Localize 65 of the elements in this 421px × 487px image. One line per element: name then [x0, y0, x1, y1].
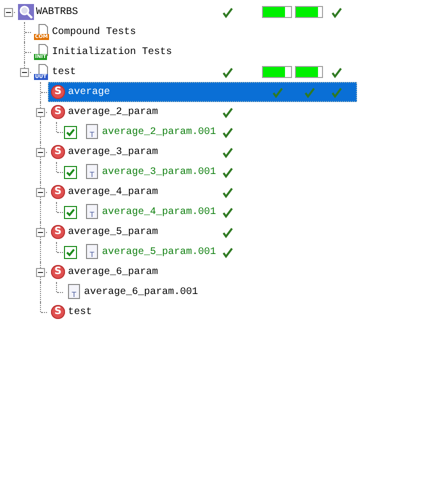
- tree-item[interactable]: S average_3_param: [48, 142, 357, 162]
- check-icon: [304, 86, 314, 98]
- check-icon: [330, 86, 342, 98]
- checkbox[interactable]: [64, 246, 77, 259]
- tree-item[interactable]: S average_2_param: [48, 102, 357, 122]
- collapse-toggle[interactable]: [36, 148, 45, 157]
- check-icon: [330, 66, 342, 78]
- coverage-bar: [262, 66, 292, 78]
- collapse-toggle[interactable]: [20, 68, 29, 77]
- subprogram-icon: S: [51, 85, 65, 99]
- subprogram-icon: S: [51, 185, 65, 199]
- subprogram-icon: S: [51, 265, 65, 279]
- checkbox[interactable]: [64, 206, 77, 219]
- check-icon: [222, 206, 232, 218]
- check-icon: [222, 226, 232, 238]
- subprogram-icon: S: [51, 105, 65, 119]
- document-icon: [37, 24, 49, 36]
- tree-item[interactable]: S average_6_param: [48, 262, 357, 282]
- tree-item-label: average: [68, 86, 110, 98]
- tree-item-label: average_2_param.001: [102, 126, 216, 138]
- tree-item-label: average_6_param.001: [84, 286, 198, 298]
- check-icon: [222, 246, 232, 258]
- coverage-bar: [295, 66, 323, 78]
- tree-item-label: average_2_param: [68, 106, 158, 118]
- check-icon: [222, 66, 232, 78]
- collapse-toggle[interactable]: [36, 108, 45, 117]
- tree-item-label: test: [68, 306, 92, 318]
- subprogram-icon: S: [51, 305, 65, 319]
- tree-item[interactable]: S average_4_param: [48, 182, 357, 202]
- tree-item[interactable]: WABTRBS: [16, 2, 357, 22]
- check-icon: [222, 166, 232, 178]
- tree-item-label: average_3_param.001: [102, 166, 216, 178]
- tree-item[interactable]: S test: [48, 302, 357, 322]
- tree-item-label: test: [52, 66, 76, 78]
- collapse-toggle[interactable]: [36, 268, 45, 277]
- tree-item-label: Initialization Tests: [52, 46, 172, 58]
- document-icon: [37, 44, 49, 56]
- tree-item-label: average_5_param.001: [102, 246, 216, 258]
- tree-item-label: average_3_param: [68, 146, 158, 158]
- tree-item-label: Compound Tests: [52, 26, 136, 38]
- check-icon: [222, 106, 232, 118]
- tree-item[interactable]: S average_5_param: [48, 222, 357, 242]
- coverage-bar: [295, 6, 323, 18]
- collapse-toggle[interactable]: [36, 228, 45, 237]
- checkbox[interactable]: [64, 126, 77, 139]
- check-icon: [222, 126, 232, 138]
- check-icon: [330, 6, 342, 18]
- tree-item-label: WABTRBS: [36, 6, 78, 18]
- check-icon: [222, 186, 232, 198]
- coverage-bar: [262, 6, 292, 18]
- subprogram-icon: S: [51, 225, 65, 239]
- document-icon: [37, 64, 49, 76]
- tree-item-label: average_5_param: [68, 226, 158, 238]
- checkbox[interactable]: [64, 166, 77, 179]
- check-icon: [222, 6, 232, 18]
- check-icon: [222, 146, 232, 158]
- tree-item-label: average_4_param.001: [102, 206, 216, 218]
- tree-item[interactable]: S average: [48, 82, 357, 102]
- collapse-toggle[interactable]: [4, 8, 13, 17]
- subprogram-icon: S: [51, 145, 65, 159]
- collapse-toggle[interactable]: [36, 188, 45, 197]
- tree-item-label: average_6_param: [68, 266, 158, 278]
- tree-item-label: average_4_param: [68, 186, 158, 198]
- search-icon: [18, 4, 34, 20]
- check-icon: [272, 86, 282, 98]
